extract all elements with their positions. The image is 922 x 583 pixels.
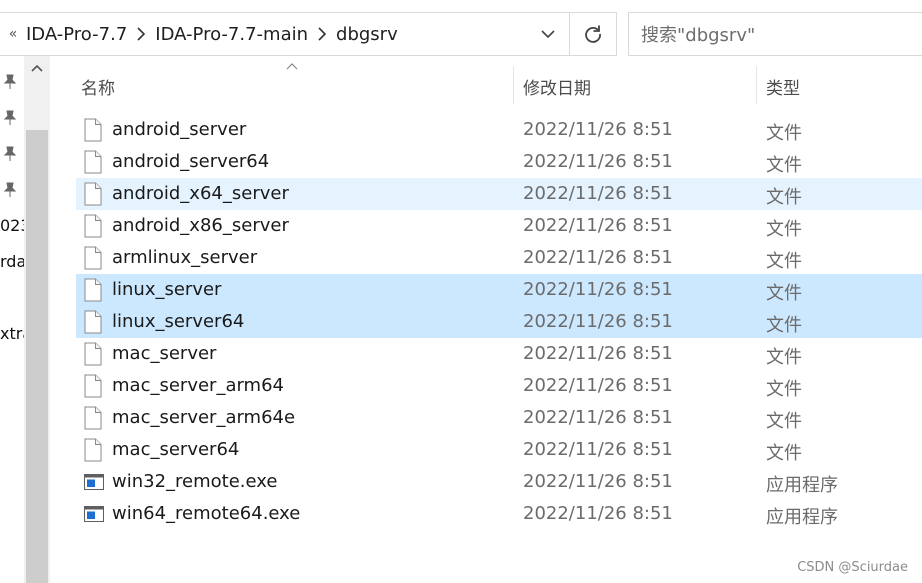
file-icon <box>84 438 102 462</box>
file-type: 文件 <box>766 443 802 464</box>
file-type: 文件 <box>766 219 802 240</box>
search-input[interactable]: 搜索"dbgsrv" <box>628 12 922 56</box>
file-type: 文件 <box>766 315 802 336</box>
file-type: 文件 <box>766 123 802 144</box>
file-name: android_x86_server <box>112 215 289 236</box>
nav-scrollbar[interactable] <box>24 56 50 583</box>
file-type: 文件 <box>766 347 802 368</box>
file-icon <box>84 374 102 398</box>
file-type: 应用程序 <box>766 475 838 496</box>
file-date: 2022/11/26 8:51 <box>523 503 673 524</box>
file-type: 应用程序 <box>766 507 838 528</box>
breadcrumb-dbgsrv[interactable]: dbgsrv <box>336 24 398 45</box>
file-name: android_server64 <box>112 151 270 172</box>
scroll-up-icon[interactable] <box>24 64 50 84</box>
file-name: mac_server64 <box>112 439 240 460</box>
file-name: linux_server64 <box>112 311 245 332</box>
file-icon <box>84 118 102 142</box>
address-bar[interactable]: « IDA-Pro-7.7 IDA-Pro-7.7-main dbgsrv <box>0 12 617 56</box>
chevron-right-icon[interactable] <box>127 27 155 41</box>
scrollbar-thumb[interactable] <box>26 130 48 583</box>
breadcrumb-overflow-icon[interactable]: « <box>0 26 26 42</box>
file-row[interactable]: mac_server_arm64e 2022/11/26 8:51 文件 <box>76 402 922 434</box>
file-name: mac_server_arm64 <box>112 375 284 396</box>
file-name: android_server <box>112 119 247 140</box>
file-icon <box>84 246 102 270</box>
file-icon <box>84 310 102 334</box>
file-name: mac_server <box>112 343 217 364</box>
file-row[interactable]: linux_server64 2022/11/26 8:51 文件 <box>76 306 922 338</box>
file-row[interactable]: android_x86_server 2022/11/26 8:51 文件 <box>76 210 922 242</box>
chevron-right-icon[interactable] <box>308 27 336 41</box>
file-name: mac_server_arm64e <box>112 407 296 428</box>
file-date: 2022/11/26 8:51 <box>523 407 673 428</box>
watermark: CSDN @Sciurdae <box>797 560 908 575</box>
file-icon <box>84 406 102 430</box>
column-header-type[interactable]: 类型 <box>766 74 800 99</box>
refresh-icon[interactable] <box>569 13 616 55</box>
file-date: 2022/11/26 8:51 <box>523 279 673 300</box>
search-placeholder: 搜索"dbgsrv" <box>641 25 756 46</box>
file-date: 2022/11/26 8:51 <box>523 311 673 332</box>
nav-item-fragment[interactable]: xtra <box>0 324 24 343</box>
file-date: 2022/11/26 8:51 <box>523 439 673 460</box>
file-row[interactable]: mac_server64 2022/11/26 8:51 文件 <box>76 434 922 466</box>
file-icon <box>84 278 102 302</box>
file-type: 文件 <box>766 283 802 304</box>
pin-icon[interactable] <box>3 110 17 126</box>
file-type: 文件 <box>766 411 802 432</box>
exe-icon <box>84 505 104 523</box>
file-type: 文件 <box>766 379 802 400</box>
file-date: 2022/11/26 8:51 <box>523 375 673 396</box>
file-row[interactable]: mac_server_arm64 2022/11/26 8:51 文件 <box>76 370 922 402</box>
file-row[interactable]: armlinux_server 2022/11/26 8:51 文件 <box>76 242 922 274</box>
file-name: android_x64_server <box>112 183 289 204</box>
file-date: 2022/11/26 8:51 <box>523 119 673 140</box>
breadcrumb-ida-pro[interactable]: IDA-Pro-7.7 <box>26 24 127 45</box>
chevron-down-icon[interactable] <box>527 13 569 55</box>
file-row[interactable]: android_server64 2022/11/26 8:51 文件 <box>76 146 922 178</box>
file-name: armlinux_server <box>112 247 258 268</box>
file-type: 文件 <box>766 155 802 176</box>
column-divider[interactable] <box>756 66 757 104</box>
breadcrumb-ida-pro-main[interactable]: IDA-Pro-7.7-main <box>155 24 308 45</box>
column-divider[interactable] <box>513 66 514 104</box>
file-list: 名称 修改日期 类型 android_server 2022/11/26 8:51… <box>50 56 922 583</box>
file-name: win32_remote.exe <box>112 471 278 492</box>
file-icon <box>84 182 102 206</box>
file-icon <box>84 342 102 366</box>
pin-icon[interactable] <box>3 146 17 162</box>
pin-icon[interactable] <box>3 74 17 90</box>
file-date: 2022/11/26 8:51 <box>523 471 673 492</box>
file-type: 文件 <box>766 251 802 272</box>
file-type: 文件 <box>766 187 802 208</box>
file-row[interactable]: android_x64_server 2022/11/26 8:51 文件 <box>76 178 922 210</box>
nav-item-fragment[interactable]: 023 <box>0 216 24 235</box>
file-name: win64_remote64.exe <box>112 503 301 524</box>
file-row[interactable]: win32_remote.exe 2022/11/26 8:51 应用程序 <box>76 466 922 498</box>
column-header-date[interactable]: 修改日期 <box>523 74 591 99</box>
file-date: 2022/11/26 8:51 <box>523 215 673 236</box>
nav-item-fragment[interactable]: rda <box>0 252 24 271</box>
exe-icon <box>84 473 104 491</box>
column-header-name[interactable]: 名称 <box>81 74 115 99</box>
file-name: linux_server <box>112 279 222 300</box>
file-date: 2022/11/26 8:51 <box>523 183 673 204</box>
sort-ascending-icon <box>286 63 298 70</box>
column-header-row: 名称 修改日期 类型 <box>50 56 922 112</box>
pin-icon[interactable] <box>3 182 17 198</box>
file-date: 2022/11/26 8:51 <box>523 247 673 268</box>
file-icon <box>84 150 102 174</box>
navigation-pane: 023 rda xtra <box>0 56 50 583</box>
file-row[interactable]: linux_server 2022/11/26 8:51 文件 <box>76 274 922 306</box>
file-row[interactable]: android_server 2022/11/26 8:51 文件 <box>76 114 922 146</box>
file-icon <box>84 214 102 238</box>
file-date: 2022/11/26 8:51 <box>523 343 673 364</box>
file-date: 2022/11/26 8:51 <box>523 151 673 172</box>
file-row[interactable]: mac_server 2022/11/26 8:51 文件 <box>76 338 922 370</box>
file-row[interactable]: win64_remote64.exe 2022/11/26 8:51 应用程序 <box>76 498 922 530</box>
